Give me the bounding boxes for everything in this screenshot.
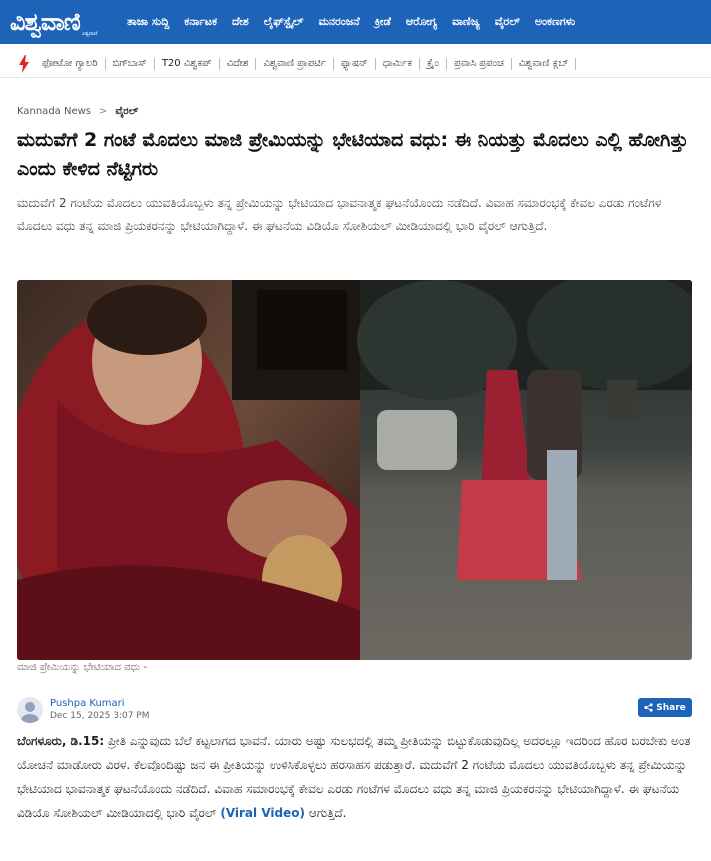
logo-text: ವಿಶ್ವವಾಣಿ bbox=[10, 8, 81, 36]
subnav-item-club[interactable]: ವಿಶ್ವವಾಣಿ ಕ್ಲಬ್ bbox=[512, 58, 577, 70]
nav-item-karnataka[interactable]: ಕರ್ನಾಟಕ bbox=[184, 15, 217, 29]
author-name[interactable]: Pushpa Kumari bbox=[50, 697, 149, 710]
share-icon bbox=[644, 703, 653, 712]
breadcrumb-separator: > bbox=[99, 106, 108, 117]
nav-item-nation[interactable]: ದೇಶ bbox=[232, 15, 249, 29]
article-hero-image bbox=[17, 280, 692, 660]
image-caption: ಮಾಜಿ ಪ್ರೇಮಿಯನ್ನು ಭೇಟಿಯಾದ ವಧು - bbox=[17, 662, 147, 673]
nav-item-business[interactable]: ವಾಣಿಜ್ಯ bbox=[452, 15, 480, 29]
secondary-nav: ಫೋಟೋ ಗ್ಯಾಲರಿ ಬಿಗ್‌ಬಾಸ್ T20 ವಿಶ್ವಕಪ್ ವಿದೇ… bbox=[0, 50, 711, 78]
avatar[interactable] bbox=[17, 697, 43, 723]
subnav-item-fashion[interactable]: ಫ್ಯಾಷನ್ bbox=[334, 58, 376, 70]
body-text-part1: ಪ್ರೀತಿ ಎನ್ನುವುದು ಬೆಲೆ ಕಟ್ಟಲಾಗದ ಭಾವನೆ. ಯಾ… bbox=[17, 734, 691, 820]
subnav-item-bigboss[interactable]: ಬಿಗ್‌ಬಾಸ್ bbox=[106, 58, 155, 70]
breadcrumb-current[interactable]: ವೈರಲ್ bbox=[115, 106, 138, 117]
article-body: ಬೆಂಗಳೂರು, ಡಿ.15: ಪ್ರೀತಿ ಎನ್ನುವುದು ಬೆಲೆ ಕ… bbox=[17, 729, 697, 825]
subnav-item-photo-gallery[interactable]: ಫೋಟೋ ಗ್ಯಾಲರಿ bbox=[42, 58, 106, 70]
logo-tagline: ವಿಶ್ವವಾಣಿ bbox=[82, 31, 98, 37]
nav-item-lifestyle[interactable]: ಲೈಫ್‌ಸ್ಟೈಲ್ bbox=[264, 15, 304, 29]
share-button[interactable]: Share bbox=[638, 698, 692, 717]
nav-item-entertainment[interactable]: ಮನರಂಜನೆ bbox=[318, 15, 359, 29]
nav-item-health[interactable]: ಆರೋಗ್ಯ bbox=[406, 15, 437, 29]
publish-date: Dec 15, 2025 3:07 PM bbox=[50, 711, 150, 721]
subnav-item-foreign[interactable]: ವಿದೇಶ bbox=[220, 58, 257, 70]
subnav-item-travel[interactable]: ಪ್ರವಾಸಿ ಪ್ರಪಂಚ bbox=[447, 58, 512, 70]
viral-video-link[interactable]: (Viral Video) bbox=[220, 806, 305, 820]
nav-item-columns[interactable]: ಅಂಕಣಗಳು bbox=[535, 15, 575, 29]
author-block: Pushpa Kumari Dec 15, 2025 3:07 PM bbox=[17, 697, 149, 723]
subnav-item-crime[interactable]: ಕ್ರೈಂ bbox=[420, 58, 447, 70]
body-text-part2: ಆಗುತ್ತಿದೆ. bbox=[304, 806, 347, 820]
lightning-icon bbox=[19, 55, 29, 73]
main-nav: ತಾಜಾ ಸುದ್ದಿ ಕರ್ನಾಟಕ ದೇಶ ಲೈಫ್‌ಸ್ಟೈಲ್ ಮನರಂ… bbox=[127, 0, 575, 44]
subnav-item-t20[interactable]: T20 ವಿಶ್ವಕಪ್ bbox=[155, 58, 220, 70]
site-logo[interactable]: ವಿಶ್ವವಾಣಿ ವಿಶ್ವವಾಣಿ bbox=[10, 4, 110, 40]
subnav-item-religious[interactable]: ಧಾರ್ಮಿಕ bbox=[376, 58, 420, 70]
article-summary: ಮದುವೆಗೆ 2 ಗಂಟೆಯ ಮೊದಲು ಯುವತಿಯೊಬ್ಬಳು ತನ್ನ … bbox=[17, 196, 662, 233]
article-title: ಮದುವೆಗೆ 2 ಗಂಟೆ ಮೊದಲು ಮಾಜಿ ಪ್ರೇಮಿಯನ್ನು ಭೇ… bbox=[17, 129, 689, 180]
nav-item-viral[interactable]: ವೈರಲ್ bbox=[495, 15, 520, 29]
dateline: ಬೆಂಗಳೂರು, ಡಿ.15: bbox=[17, 734, 105, 748]
subnav-item-property[interactable]: ವಿಶ್ವವಾಣಿ ಪ್ರಾಪರ್ಟಿ bbox=[256, 58, 334, 70]
nav-item-sports[interactable]: ಕ್ರೀಡೆ bbox=[375, 15, 391, 29]
breadcrumb: Kannada News > ವೈರಲ್ bbox=[17, 106, 138, 117]
top-navbar: ವಿಶ್ವವಾಣಿ ವಿಶ್ವವಾಣಿ ತಾಜಾ ಸುದ್ದಿ ಕರ್ನಾಟಕ … bbox=[0, 0, 711, 44]
breadcrumb-home[interactable]: Kannada News bbox=[17, 106, 91, 117]
share-label: Share bbox=[656, 702, 686, 713]
nav-item-latest[interactable]: ತಾಜಾ ಸುದ್ದಿ bbox=[127, 15, 169, 29]
